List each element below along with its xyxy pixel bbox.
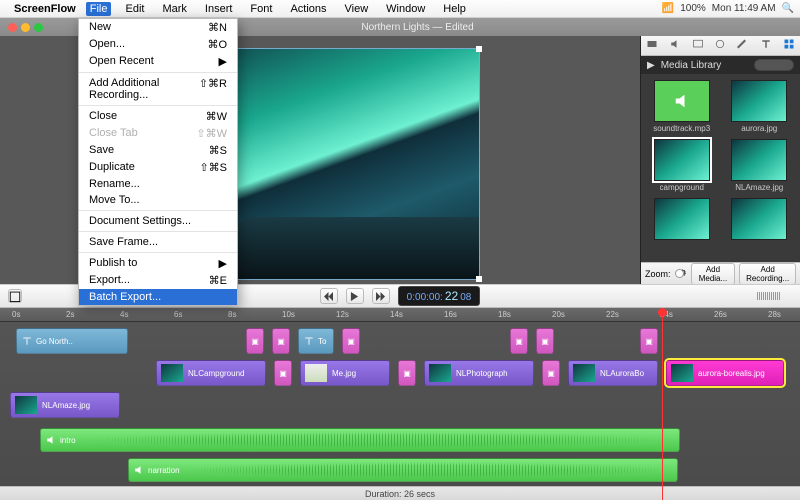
timecode-display[interactable]: 0:00:00:2208 (398, 286, 481, 306)
playhead[interactable] (662, 308, 663, 500)
menu-item[interactable]: Batch Export... (79, 289, 237, 305)
play-button[interactable] (346, 288, 364, 304)
action-clip[interactable]: ▣ (272, 328, 290, 354)
menu-item: Close Tab⇧⌘W (79, 125, 237, 142)
action-clip[interactable]: ▣ (640, 328, 658, 354)
tab-audio-icon[interactable] (669, 37, 681, 55)
menu-insert[interactable]: Insert (201, 2, 237, 16)
action-clip[interactable]: ▣ (246, 328, 264, 354)
media-thumbnail[interactable] (725, 198, 795, 240)
menubar-status: 📶 100% Mon 11:49 AM 🔍 (662, 3, 794, 14)
menu-help[interactable]: Help (439, 2, 470, 16)
document-title: Northern Lights (361, 22, 429, 33)
menu-item[interactable]: New⌘N (79, 19, 237, 36)
timeline-ruler[interactable]: 0s2s4s6s8s10s12s14s16s18s20s22s24s26s28s (0, 308, 800, 322)
document-state: Edited (445, 22, 473, 33)
menu-edit[interactable]: Edit (121, 2, 148, 16)
inspector-panel: ▶ Media Library soundtrack.mp3aurora.jpg… (640, 36, 800, 284)
rewind-button[interactable] (320, 288, 338, 304)
action-clip[interactable]: ▣ (510, 328, 528, 354)
menu-view[interactable]: View (341, 2, 373, 16)
audio-clip[interactable]: intro (40, 428, 680, 452)
battery-pct: 100% (680, 3, 706, 14)
inspector-tabs (641, 36, 800, 56)
menu-item[interactable]: Export...⌘E (79, 272, 237, 289)
menu-item[interactable]: Save Frame... (79, 234, 237, 250)
tab-media-library-icon[interactable] (783, 37, 795, 55)
menu-item[interactable]: Document Settings... (79, 213, 237, 229)
resize-handle[interactable] (476, 46, 482, 52)
tab-video-icon[interactable] (646, 37, 658, 55)
action-clip[interactable]: ▣ (274, 360, 292, 386)
menu-item[interactable]: Add Additional Recording...⇧⌘R (79, 75, 237, 103)
traffic-lights[interactable] (8, 23, 43, 32)
media-thumbnail[interactable]: aurora.jpg (725, 80, 795, 133)
macos-menubar: ScreenFlow File Edit Mark Insert Font Ac… (0, 0, 800, 18)
menu-item[interactable]: Close⌘W (79, 108, 237, 125)
menu-item[interactable]: Rename... (79, 176, 237, 192)
image-clip[interactable]: NLCampground (156, 360, 266, 386)
timeline-footer: Duration: 26 secs (0, 486, 800, 500)
audio-clip[interactable]: narration (128, 458, 678, 482)
image-clip[interactable]: Me.jpg (300, 360, 390, 386)
menu-item[interactable]: Open Recent▶ (79, 53, 237, 70)
file-menu-dropdown: New⌘NOpen...⌘OOpen Recent▶ Add Additional… (78, 18, 238, 306)
image-clip[interactable]: NLAuroraBo (568, 360, 658, 386)
app-name[interactable]: ScreenFlow (14, 3, 76, 15)
add-media-button[interactable]: Add Media... (691, 263, 736, 285)
tab-text-icon[interactable] (760, 37, 772, 55)
disclosure-icon[interactable]: ▶ (647, 60, 655, 71)
menu-actions[interactable]: Actions (286, 2, 330, 16)
action-clip[interactable]: ▣ (542, 360, 560, 386)
forward-button[interactable] (372, 288, 390, 304)
media-thumbnail[interactable]: soundtrack.mp3 (647, 80, 717, 133)
title-clip[interactable]: To (298, 328, 334, 354)
add-recording-button[interactable]: Add Recording... (739, 263, 796, 285)
media-footer: Zoom: ⚙ Add Media... Add Recording... (641, 262, 800, 284)
wifi-icon[interactable]: 📶 (662, 3, 674, 14)
action-clip[interactable]: ▣ (398, 360, 416, 386)
tab-callout-icon[interactable] (714, 37, 726, 55)
menu-font[interactable]: Font (246, 2, 276, 16)
clock[interactable]: Mon 11:49 AM (712, 3, 776, 14)
media-library-header: ▶ Media Library (641, 56, 800, 74)
action-clip[interactable]: ▣ (342, 328, 360, 354)
spotlight-icon[interactable]: 🔍 (782, 3, 794, 14)
media-thumbnail[interactable]: campground (647, 139, 717, 192)
title-clip[interactable]: Go North.. (16, 328, 128, 354)
timeline[interactable]: 0s2s4s6s8s10s12s14s16s18s20s22s24s26s28s… (0, 308, 800, 500)
crop-tool-icon[interactable]: ◻ (8, 289, 22, 303)
menu-item[interactable]: Open...⌘O (79, 36, 237, 53)
menu-window[interactable]: Window (382, 2, 429, 16)
menu-file[interactable]: File (86, 2, 112, 16)
media-search-input[interactable] (754, 59, 794, 71)
media-grid: soundtrack.mp3aurora.jpgcampgroundNLAmaz… (641, 74, 800, 262)
menu-item[interactable]: Publish to▶ (79, 255, 237, 272)
tab-annotate-icon[interactable] (737, 37, 749, 55)
audio-meter (757, 292, 780, 300)
media-thumbnail[interactable] (647, 198, 717, 240)
duration-label: Duration: 26 secs (365, 489, 435, 499)
media-library-title: Media Library (661, 60, 722, 71)
menu-mark[interactable]: Mark (158, 2, 190, 16)
resize-handle[interactable] (476, 276, 482, 282)
action-clip[interactable]: ▣ (536, 328, 554, 354)
zoom-label: Zoom: (645, 269, 671, 279)
menu-item[interactable]: Move To... (79, 192, 237, 208)
image-clip[interactable]: NLAmaze.jpg (10, 392, 120, 418)
media-thumbnail[interactable]: NLAmaze.jpg (725, 139, 795, 192)
tab-screen-icon[interactable] (692, 37, 704, 55)
menu-item[interactable]: Duplicate⇧⌘S (79, 159, 237, 176)
image-clip-selected[interactable]: aurora-borealis.jpg (666, 360, 784, 386)
menu-item[interactable]: Save⌘S (79, 142, 237, 159)
image-clip[interactable]: NLPhotograph (424, 360, 534, 386)
